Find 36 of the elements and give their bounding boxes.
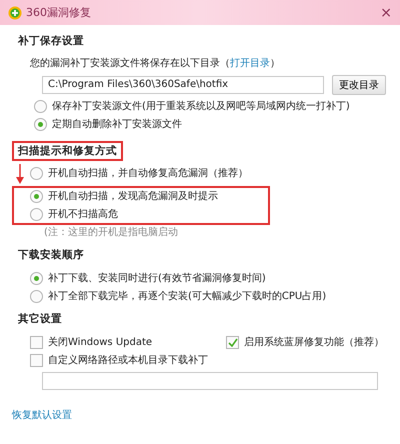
radio-button[interactable] — [30, 167, 43, 180]
radio-option[interactable]: 开机自动扫描，并自动修复高危漏洞（推荐） — [30, 167, 248, 180]
radio-button[interactable] — [30, 272, 43, 285]
radio-option[interactable]: 保存补丁安装源文件(用于重装系统以及网吧等局域网内统一打补丁) — [34, 100, 386, 113]
radio-button[interactable] — [30, 208, 43, 221]
checkbox[interactable] — [30, 336, 43, 349]
change-folder-button[interactable]: 更改目录 — [332, 75, 386, 95]
section-heading: 下载安装顺序 — [18, 249, 85, 261]
restore-defaults-link[interactable]: 恢复默认设置 — [12, 410, 72, 422]
checkbox[interactable] — [30, 354, 43, 367]
description-text: 您的漏洞补丁安装源文件将保存在以下目录（ — [30, 58, 230, 70]
radio-button[interactable] — [34, 118, 47, 131]
checkbox-option[interactable]: 自定义网络路径或本机目录下载补丁 — [30, 354, 208, 367]
checkbox-option[interactable]: 关闭Windows Update — [30, 336, 208, 349]
radio-option[interactable]: 开机不扫描高危 — [30, 208, 218, 221]
section-heading: 扫描提示和修复方式 — [18, 145, 117, 157]
note-text: (注：这里的开机是指电脑启动 — [43, 227, 179, 239]
checkbox[interactable] — [226, 336, 239, 349]
checkbox-option[interactable]: 启用系统蓝屏修复功能（推荐） — [226, 336, 386, 349]
radio-button[interactable] — [34, 100, 47, 113]
network-path-field[interactable] — [42, 372, 378, 390]
shield-plus-icon — [8, 6, 22, 20]
section-heading: 其它设置 — [18, 313, 63, 325]
radio-button[interactable] — [30, 190, 43, 203]
open-folder-link[interactable]: 打开目录 — [230, 58, 270, 70]
arrow-icon — [16, 164, 24, 184]
radio-option[interactable]: 补丁下载、安装同时进行(有效节省漏洞修复时间) — [30, 272, 386, 285]
radio-option[interactable]: 定期自动删除补丁安装源文件 — [34, 118, 386, 131]
close-button[interactable]: × — [380, 6, 392, 18]
radio-button[interactable] — [30, 290, 43, 303]
window-title: 360漏洞修复 — [26, 6, 92, 18]
path-field[interactable]: C:\Program Files\360\360Safe\hotfix — [42, 76, 324, 94]
radio-option[interactable]: 补丁全部下载完毕，再逐个安装(可大幅减少下载时的CPU占用) — [30, 290, 386, 303]
description-text: ） — [270, 58, 280, 70]
radio-option[interactable]: 开机自动扫描，发现高危漏洞及时提示 — [30, 190, 218, 203]
section-heading: 补丁保存设置 — [18, 35, 85, 47]
